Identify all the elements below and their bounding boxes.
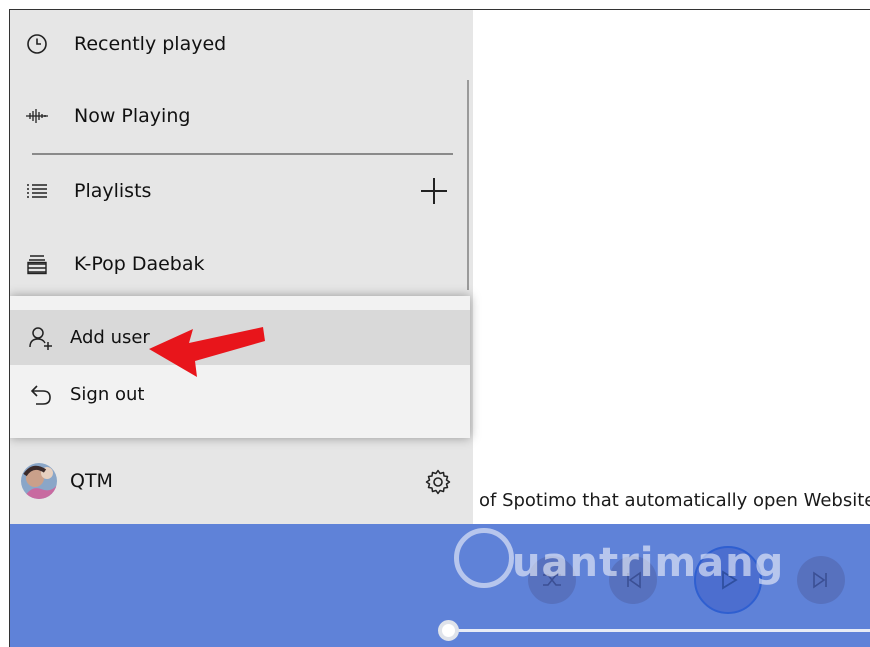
background-text: of Spotimo that automatically open Websi… xyxy=(479,490,870,511)
nav-item-label: K-Pop Daebak xyxy=(74,253,205,275)
nav-item-label: Playlists xyxy=(74,180,152,202)
sign-out-label: Sign out xyxy=(70,384,145,405)
play-icon xyxy=(722,570,738,590)
plus-icon xyxy=(421,178,447,204)
app-window: oses of Spotimo that automatically open … xyxy=(9,9,870,647)
nav-item-playlists[interactable]: Playlists xyxy=(10,163,473,219)
player-bar xyxy=(10,524,870,647)
previous-icon xyxy=(627,571,641,589)
add-user-label: Add user xyxy=(70,327,150,348)
list-icon xyxy=(24,178,50,204)
nav-item-kpop-daebak[interactable]: K-Pop Daebak xyxy=(10,236,473,292)
playlist-icon xyxy=(24,251,50,277)
gear-icon xyxy=(425,469,451,495)
avatar[interactable] xyxy=(21,463,57,499)
progress-thumb[interactable] xyxy=(438,620,459,641)
add-playlist-button[interactable] xyxy=(416,173,452,209)
nav-item-label: Now Playing xyxy=(74,105,191,127)
sign-out-icon xyxy=(28,382,54,408)
scrollbar[interactable] xyxy=(467,80,469,290)
nav-item-now-playing[interactable]: Now Playing xyxy=(10,88,473,144)
user-name: QTM xyxy=(70,470,113,492)
settings-button[interactable] xyxy=(420,464,456,500)
nav-item-label: Recently played xyxy=(74,33,227,55)
shuffle-icon xyxy=(543,574,561,586)
equalizer-icon xyxy=(24,103,50,129)
nav-item-recently-played[interactable]: Recently played xyxy=(10,16,473,72)
shuffle-button[interactable] xyxy=(528,556,576,604)
divider xyxy=(32,153,453,155)
next-icon xyxy=(813,571,827,589)
play-button[interactable] xyxy=(694,546,762,614)
navigation-pane: Recently played Now Playing Playlists K-… xyxy=(10,10,473,524)
add-user-icon xyxy=(28,325,54,351)
user-account-row[interactable]: QTM xyxy=(10,454,473,510)
annotation-arrow-icon xyxy=(149,327,265,377)
next-button[interactable] xyxy=(797,556,845,604)
previous-button[interactable] xyxy=(609,556,657,604)
clock-icon xyxy=(24,31,50,57)
progress-track[interactable] xyxy=(450,629,870,632)
